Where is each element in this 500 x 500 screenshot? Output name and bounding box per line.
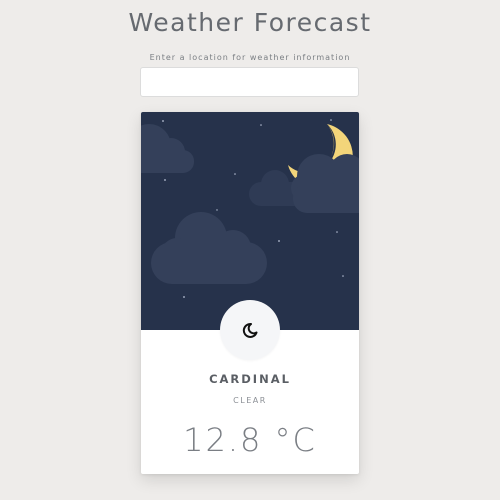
weather-condition: CLEAR [233,396,267,405]
cloud-right-front [291,154,359,213]
cloud-top-left [141,124,194,173]
condition-icon-badge [220,300,280,360]
city-name: CARDINAL [209,372,291,386]
location-prompt: Enter a location for weather information [149,53,351,62]
clear-night-icon [242,322,258,338]
temperature: 12.8 °C [183,421,317,459]
night-sky-illustration [141,119,359,314]
weather-card: CARDINAL CLEAR 12.8 °C [141,112,359,474]
cloud-bottom-large [151,212,267,284]
page-title: Weather Forecast [128,8,372,37]
location-input[interactable] [140,67,359,97]
night-sky-scene [141,112,359,360]
